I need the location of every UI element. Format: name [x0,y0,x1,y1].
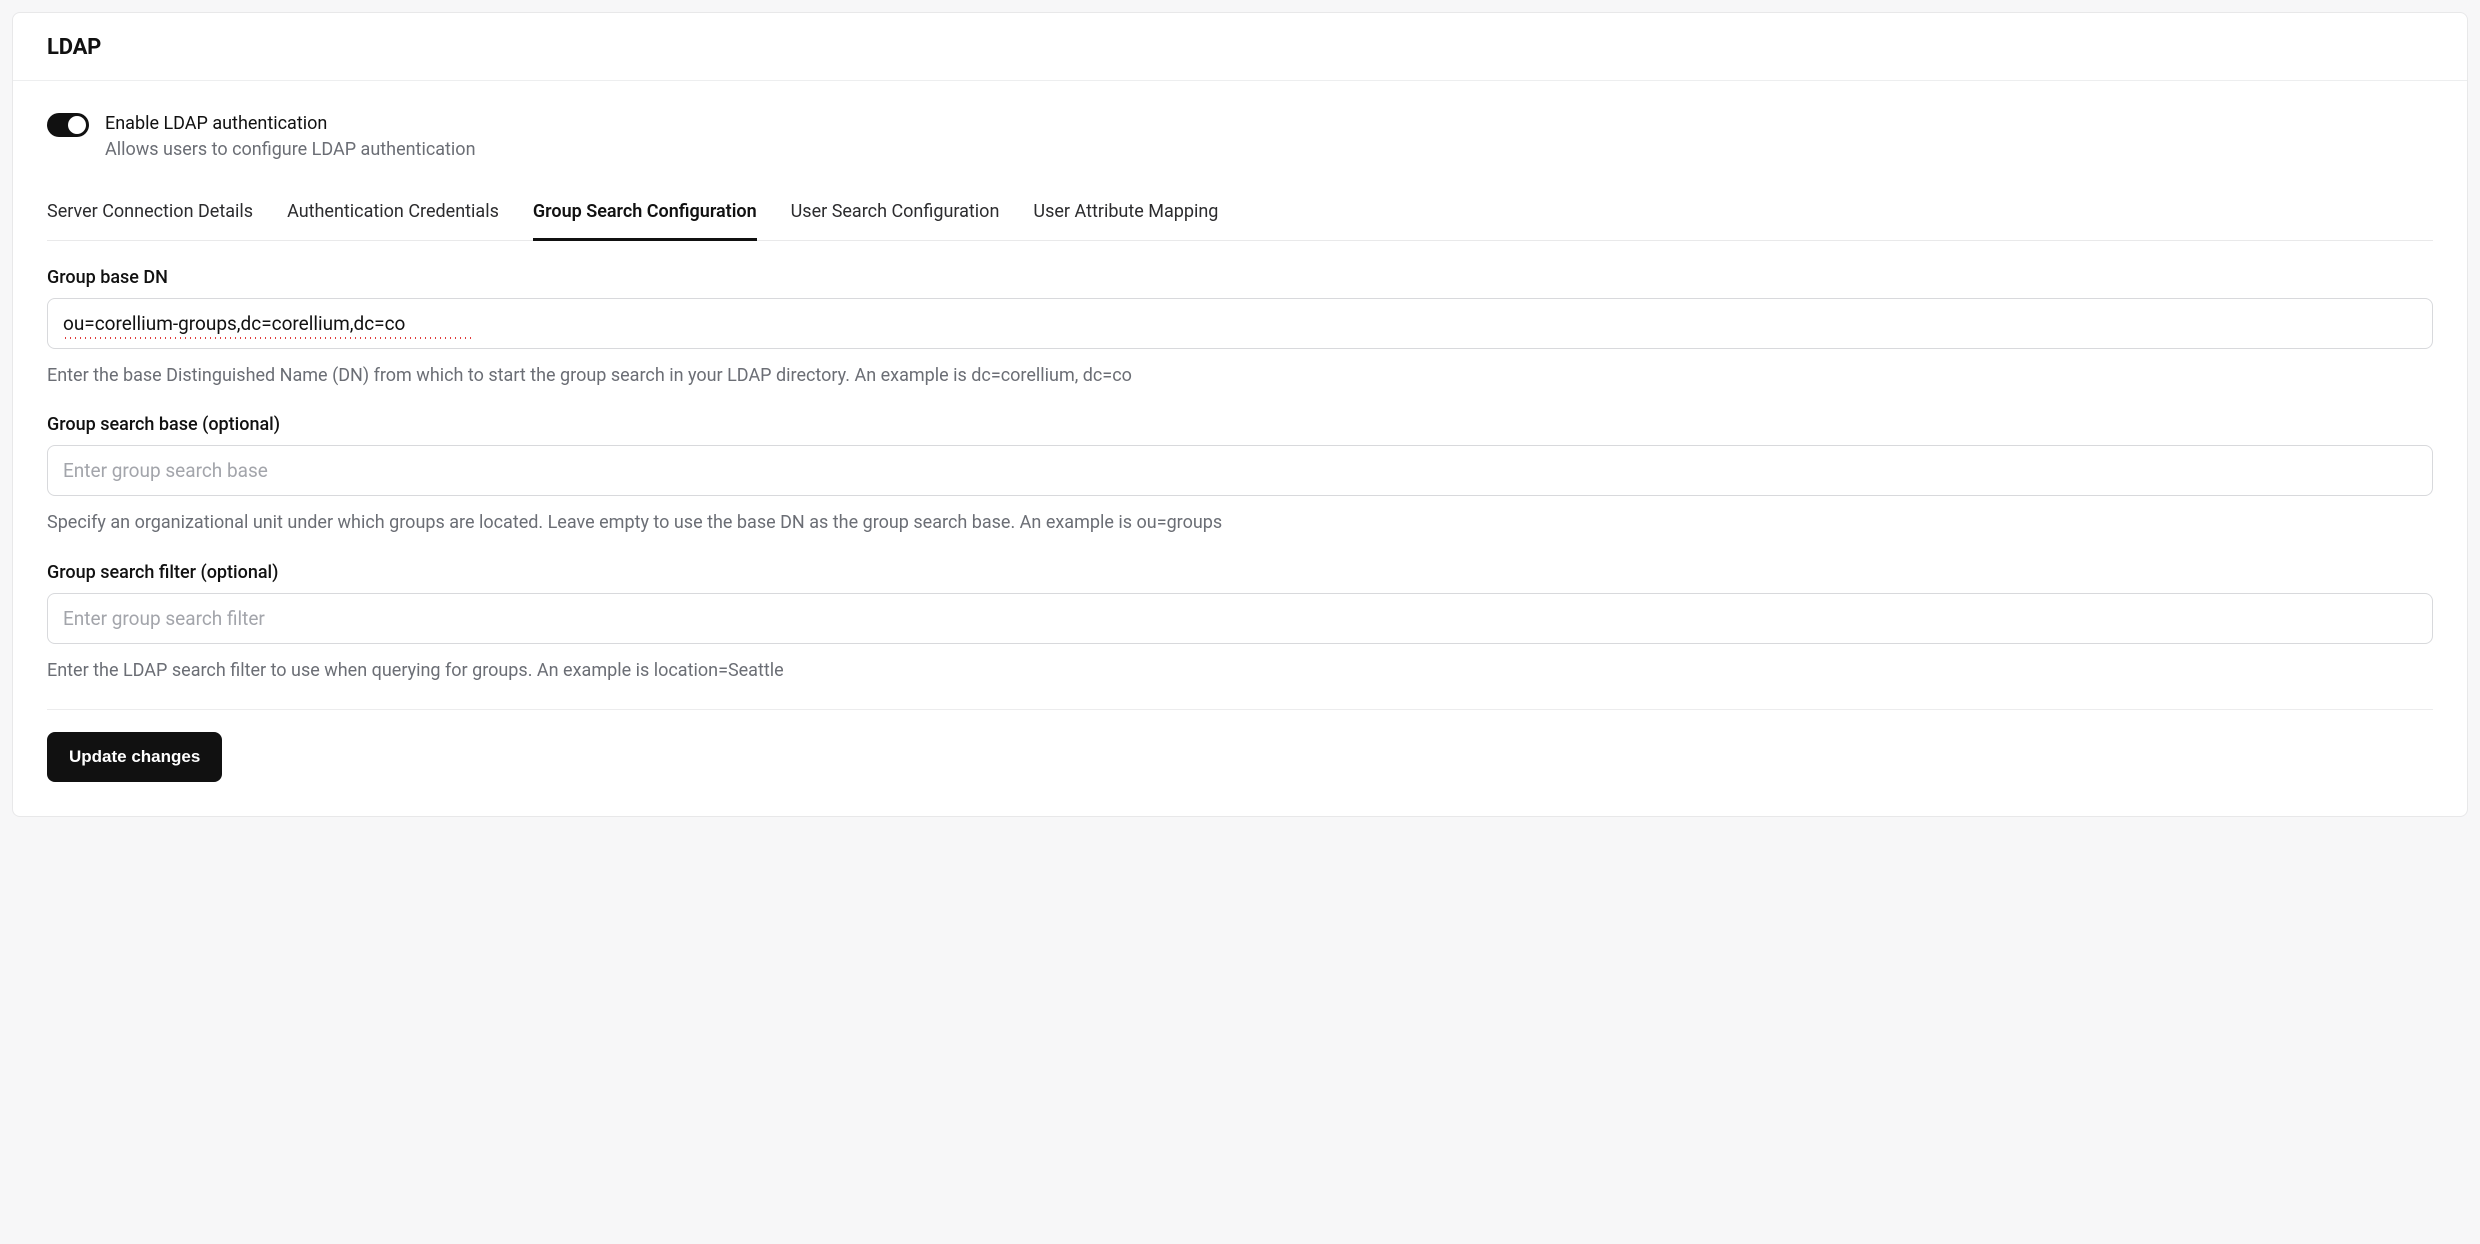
group-search-base-help: Specify an organizational unit under whi… [47,510,2433,535]
enable-ldap-toggle[interactable] [47,113,89,137]
footer-divider [47,709,2433,710]
enable-toggle-row: Enable LDAP authentication Allows users … [47,111,2433,163]
group-base-dn-label: Group base DN [47,267,2433,288]
group-search-filter-label: Group search filter (optional) [47,562,2433,583]
toggle-labels: Enable LDAP authentication Allows users … [105,111,476,163]
tab-user-search-configuration[interactable]: User Search Configuration [791,191,1000,241]
group-search-filter-input[interactable] [47,593,2433,644]
panel-header: LDAP [13,13,2467,81]
field-group-base-dn: Group base DN Enter the base Distinguish… [47,267,2433,388]
tab-group-search-configuration[interactable]: Group Search Configuration [533,191,757,241]
field-group-search-filter: Group search filter (optional) Enter the… [47,562,2433,683]
tab-server-connection-details[interactable]: Server Connection Details [47,191,253,241]
toggle-knob-icon [68,116,86,134]
group-search-base-input[interactable] [47,445,2433,496]
tab-authentication-credentials[interactable]: Authentication Credentials [287,191,499,241]
page-title: LDAP [47,35,2433,60]
tab-user-attribute-mapping[interactable]: User Attribute Mapping [1033,191,1218,241]
field-group-search-base: Group search base (optional) Specify an … [47,414,2433,535]
tabs: Server Connection Details Authentication… [47,191,2433,241]
form-section: Group base DN Enter the base Distinguish… [47,267,2433,782]
update-changes-button[interactable]: Update changes [47,732,222,782]
group-search-base-label: Group search base (optional) [47,414,2433,435]
group-search-filter-help: Enter the LDAP search filter to use when… [47,658,2433,683]
toggle-title: Enable LDAP authentication [105,111,476,136]
group-base-dn-help: Enter the base Distinguished Name (DN) f… [47,363,2433,388]
group-base-dn-input[interactable] [47,298,2433,349]
toggle-subtitle: Allows users to configure LDAP authentic… [105,136,476,163]
ldap-panel: LDAP Enable LDAP authentication Allows u… [12,12,2468,817]
panel-body: Enable LDAP authentication Allows users … [13,81,2467,816]
